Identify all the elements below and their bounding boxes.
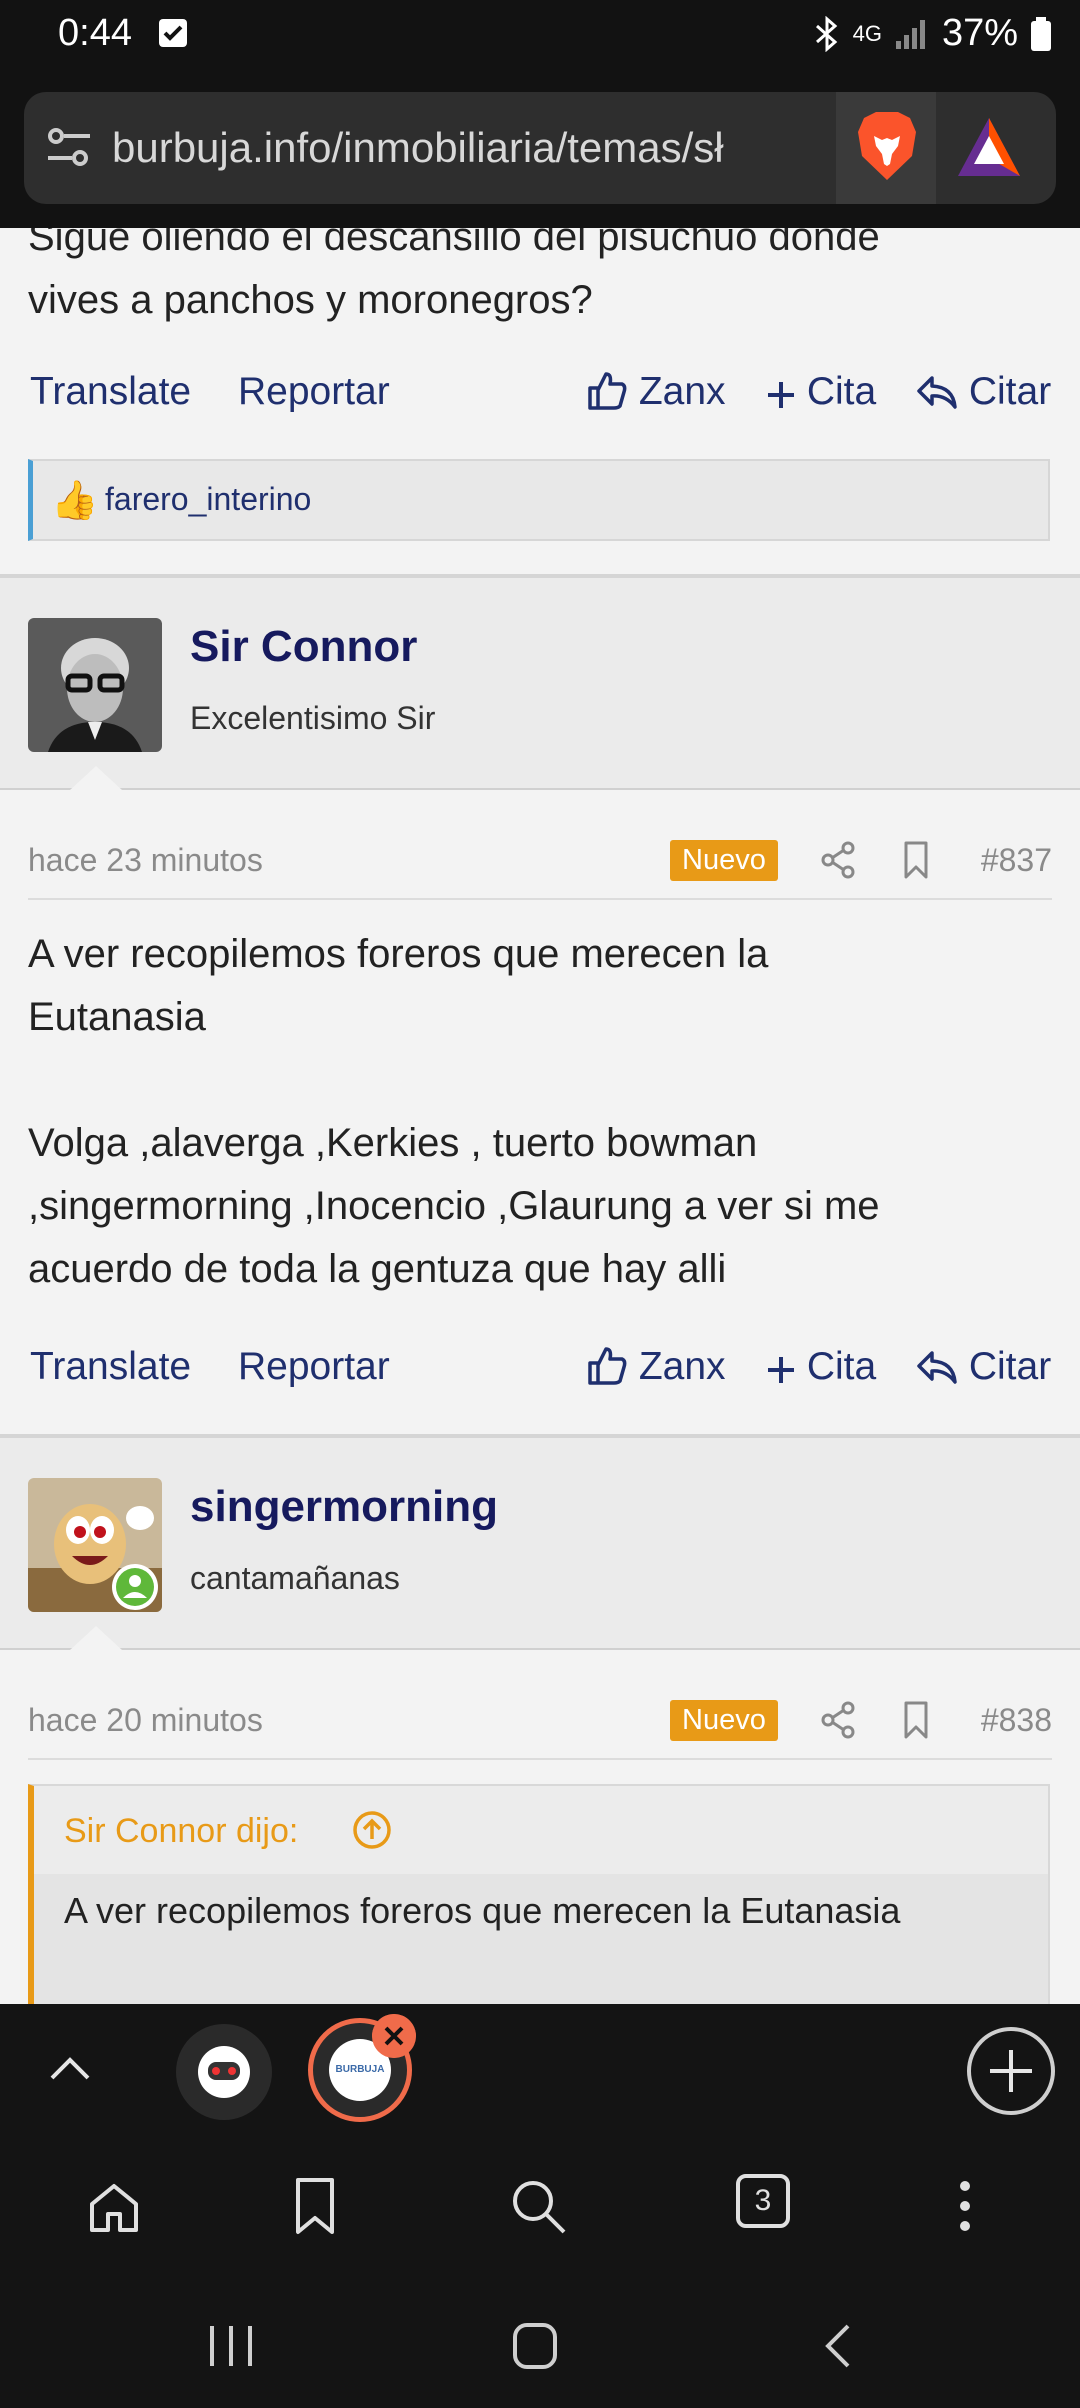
more-menu-icon[interactable] <box>950 2176 980 2236</box>
reply-label: Citar <box>968 370 1052 413</box>
multiquote-label: Cita <box>806 1345 877 1388</box>
robot-icon <box>198 2046 250 2098</box>
site-settings-icon[interactable] <box>44 122 94 172</box>
address-bar[interactable]: burbuja.info/inmobiliaria/temas/sł <box>24 92 1056 204</box>
post-line: Volga ,alaverga ,Kerkies , tuerto bowman <box>28 1121 758 1165</box>
brave-lion-icon <box>858 112 916 180</box>
reaction-user[interactable]: farero_interino <box>105 481 311 518</box>
post-number[interactable]: #838 <box>981 1702 1052 1739</box>
bookmark-icon[interactable] <box>898 1700 934 1740</box>
forum-thread: Sigue oliendo el descansillo del pisuchu… <box>0 228 1080 2004</box>
user-title: cantamañanas <box>190 1560 400 1596</box>
new-tab-icon[interactable] <box>966 2026 1056 2116</box>
tab-count-button[interactable]: 3 <box>736 2174 790 2228</box>
multiquote-label: Cita <box>806 370 877 413</box>
post-user-header: Sir Connor Excelentisimo Sir <box>0 578 1080 790</box>
post-number[interactable]: #837 <box>981 842 1052 879</box>
note-icon <box>159 19 187 47</box>
like-label: Zanx <box>638 370 726 413</box>
post-body: Sigue oliendo el descansillo del pisuchu… <box>28 228 1048 332</box>
plus-icon <box>768 382 794 408</box>
report-link[interactable]: Reportar <box>238 370 390 414</box>
search-icon[interactable] <box>508 2176 568 2236</box>
avatar[interactable] <box>28 618 162 752</box>
battery-icon <box>1031 16 1051 51</box>
chevron-up-icon[interactable] <box>44 2044 96 2096</box>
tab-thumbnail[interactable] <box>176 2024 272 2120</box>
url-text[interactable]: burbuja.info/inmobiliaria/temas/sł <box>112 124 827 172</box>
post-line: Sigue oliendo el descansillo del pisuchu… <box>28 228 880 259</box>
new-badge: Nuevo <box>670 840 778 881</box>
recent-apps-icon[interactable] <box>206 2324 256 2368</box>
reply-button[interactable]: Citar <box>916 1345 1051 1389</box>
tab-strip: BURBUJA <box>0 2004 1080 2138</box>
bookmark-icon[interactable] <box>898 840 934 880</box>
like-label: Zanx <box>638 1345 726 1388</box>
reply-icon <box>917 376 957 409</box>
thumbs-up-icon <box>588 1347 627 1385</box>
home-icon[interactable] <box>84 2176 144 2236</box>
post-meta: hace 23 minutos Nuevo #837 <box>28 828 1052 900</box>
post-meta: hace 20 minutos Nuevo #838 <box>28 1688 1052 1760</box>
header-pointer <box>70 1626 122 1650</box>
brave-shields-button[interactable] <box>836 92 936 204</box>
close-tab-icon[interactable] <box>372 2014 416 2058</box>
post-line: Eutanasia <box>28 995 206 1039</box>
reply-icon <box>917 1351 957 1384</box>
translate-link[interactable]: Translate <box>30 1345 191 1389</box>
home-button-icon[interactable] <box>512 2322 558 2370</box>
system-navigation-bar <box>0 2278 1080 2408</box>
post-line: vives a panchos y moronegros? <box>28 278 593 322</box>
post-line: ,singermorning ,Inocencio ,Glaurung a ve… <box>28 1184 880 1228</box>
post-line: A ver recopilemos foreros que merecen la <box>28 932 769 976</box>
post-time[interactable]: hace 23 minutos <box>28 842 263 879</box>
username[interactable]: singermorning <box>190 1482 498 1532</box>
translate-link[interactable]: Translate <box>30 370 191 414</box>
thumbs-up-emoji-icon: 👍 <box>51 480 99 522</box>
quote-block: Sir Connor dijo: A ver recopilemos forer… <box>28 1784 1050 2004</box>
multiquote-button[interactable]: Cita <box>766 370 876 414</box>
back-icon[interactable] <box>820 2322 856 2370</box>
share-icon[interactable] <box>818 840 858 880</box>
post-actions: Translate Reportar Zanx Cita Citar <box>0 360 1080 430</box>
post-user-header: singermorning cantamañanas <box>0 1438 1080 1650</box>
jump-to-quote-icon[interactable] <box>350 1808 394 1852</box>
quote-text: A ver recopilemos foreros que merecen la… <box>64 1890 901 1931</box>
new-badge: Nuevo <box>670 1700 778 1741</box>
reply-label: Citar <box>968 1345 1052 1388</box>
brave-rewards-icon[interactable] <box>954 114 1024 180</box>
username[interactable]: Sir Connor <box>190 622 417 672</box>
bookmark-icon[interactable] <box>288 2176 342 2236</box>
reactions-bar[interactable]: 👍 farero_interino <box>28 459 1050 541</box>
multiquote-button[interactable]: Cita <box>766 1345 876 1389</box>
post-line <box>28 1049 1048 1112</box>
report-link[interactable]: Reportar <box>238 1345 390 1389</box>
like-button[interactable]: Zanx <box>586 370 726 414</box>
header-pointer <box>70 766 122 790</box>
post-line: acuerdo de toda la gentuza que hay alli <box>28 1247 727 1291</box>
online-status-icon <box>112 1564 158 1610</box>
like-button[interactable]: Zanx <box>586 1345 726 1389</box>
post-actions: Translate Reportar Zanx Cita Citar <box>0 1335 1080 1405</box>
status-time: 0:44 <box>58 12 132 54</box>
user-title: Excelentisimo Sir <box>190 700 436 736</box>
reply-button[interactable]: Citar <box>916 370 1051 414</box>
avatar-image <box>28 618 162 752</box>
post-body: A ver recopilemos foreros que merecen la… <box>28 923 1048 1301</box>
status-bar: 0:44 4G 37% <box>0 0 1080 70</box>
quote-author[interactable]: Sir Connor dijo: <box>64 1812 298 1851</box>
browser-toolbar: burbuja.info/inmobiliaria/temas/sł <box>0 70 1080 228</box>
battery-percent: 37% <box>941 12 1018 54</box>
signal-icon <box>895 19 925 49</box>
bluetooth-icon <box>815 15 837 52</box>
plus-icon <box>768 1357 794 1383</box>
network-type: 4G <box>852 20 882 46</box>
quote-body: A ver recopilemos foreros que merecen la… <box>34 1874 1048 2004</box>
share-icon[interactable] <box>818 1700 858 1740</box>
post-time[interactable]: hace 20 minutos <box>28 1702 263 1739</box>
thumbs-up-icon <box>588 372 627 410</box>
browser-bottom-bar: 3 <box>0 2138 1080 2278</box>
